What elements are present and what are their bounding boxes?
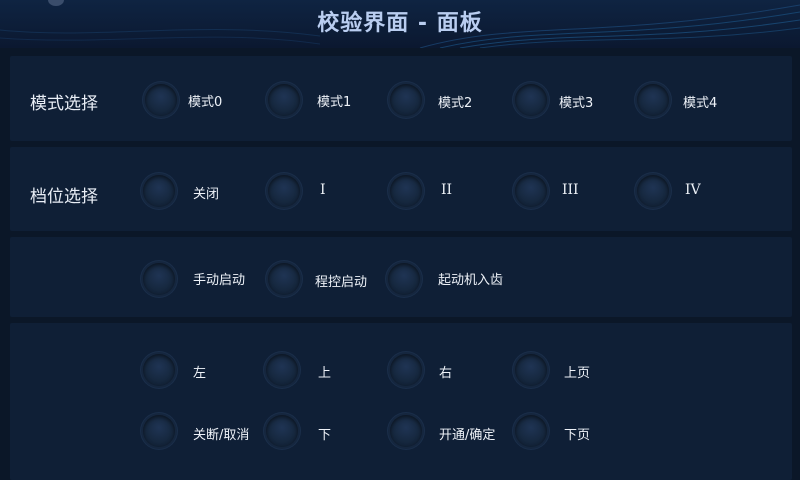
down-button[interactable] xyxy=(266,415,298,447)
page-down-label: 下页 xyxy=(564,428,591,443)
mode-2-label: 模式2 xyxy=(438,96,473,111)
page-down-button[interactable] xyxy=(515,415,547,447)
manual-start-label: 手动启动 xyxy=(193,273,246,288)
gear-4-label: IV xyxy=(685,182,701,198)
mode-1-button[interactable] xyxy=(268,84,300,116)
mode-3-label: 模式3 xyxy=(559,96,594,111)
mode-panel: 模式选择 模式0 模式1 模式2 模式3 模式4 xyxy=(10,56,792,141)
down-label: 下 xyxy=(318,428,332,443)
mode-4-button[interactable] xyxy=(637,84,669,116)
mode-label: 模式选择 xyxy=(30,94,98,114)
gear-off-button[interactable] xyxy=(143,175,175,207)
gear-4-button[interactable] xyxy=(637,175,669,207)
left-label: 左 xyxy=(193,366,207,381)
on-confirm-label: 开通/确定 xyxy=(439,428,496,443)
on-confirm-button[interactable] xyxy=(390,415,422,447)
mode-4-label: 模式4 xyxy=(683,96,718,111)
page-up-label: 上页 xyxy=(564,366,591,381)
header-bar: 校验界面 - 面板 xyxy=(0,0,800,48)
mode-2-button[interactable] xyxy=(390,84,422,116)
mode-3-button[interactable] xyxy=(515,84,547,116)
nav-panel: 左 上 右 上页 关断/取消 下 开通/确定 下页 xyxy=(10,323,792,480)
manual-start-button[interactable] xyxy=(143,263,175,295)
starter-engage-label: 起动机入齿 xyxy=(438,273,504,288)
gear-1-button[interactable] xyxy=(268,175,300,207)
off-cancel-button[interactable] xyxy=(143,415,175,447)
left-button[interactable] xyxy=(143,354,175,386)
gear-off-label: 关闭 xyxy=(193,187,220,202)
up-button[interactable] xyxy=(266,354,298,386)
starter-engage-button[interactable] xyxy=(388,263,420,295)
start-panel: 手动启动 程控启动 起动机入齿 xyxy=(10,237,792,317)
gear-1-label: I xyxy=(320,182,326,198)
gear-panel: 档位选择 关闭 I II III IV xyxy=(10,147,792,231)
mode-0-button[interactable] xyxy=(145,84,177,116)
right-button[interactable] xyxy=(390,354,422,386)
gear-2-button[interactable] xyxy=(390,175,422,207)
mode-1-label: 模式1 xyxy=(317,95,352,110)
off-cancel-label: 关断/取消 xyxy=(193,428,250,443)
gear-label: 档位选择 xyxy=(30,187,98,207)
mode-0-label: 模式0 xyxy=(188,95,223,110)
up-label: 上 xyxy=(318,366,332,381)
right-label: 右 xyxy=(439,366,453,381)
gear-3-label: III xyxy=(562,182,579,198)
gear-3-button[interactable] xyxy=(515,175,547,207)
gear-2-label: II xyxy=(441,182,453,198)
program-start-button[interactable] xyxy=(268,263,300,295)
page-up-button[interactable] xyxy=(515,354,547,386)
page-title: 校验界面 - 面板 xyxy=(317,11,483,36)
program-start-label: 程控启动 xyxy=(315,275,368,290)
